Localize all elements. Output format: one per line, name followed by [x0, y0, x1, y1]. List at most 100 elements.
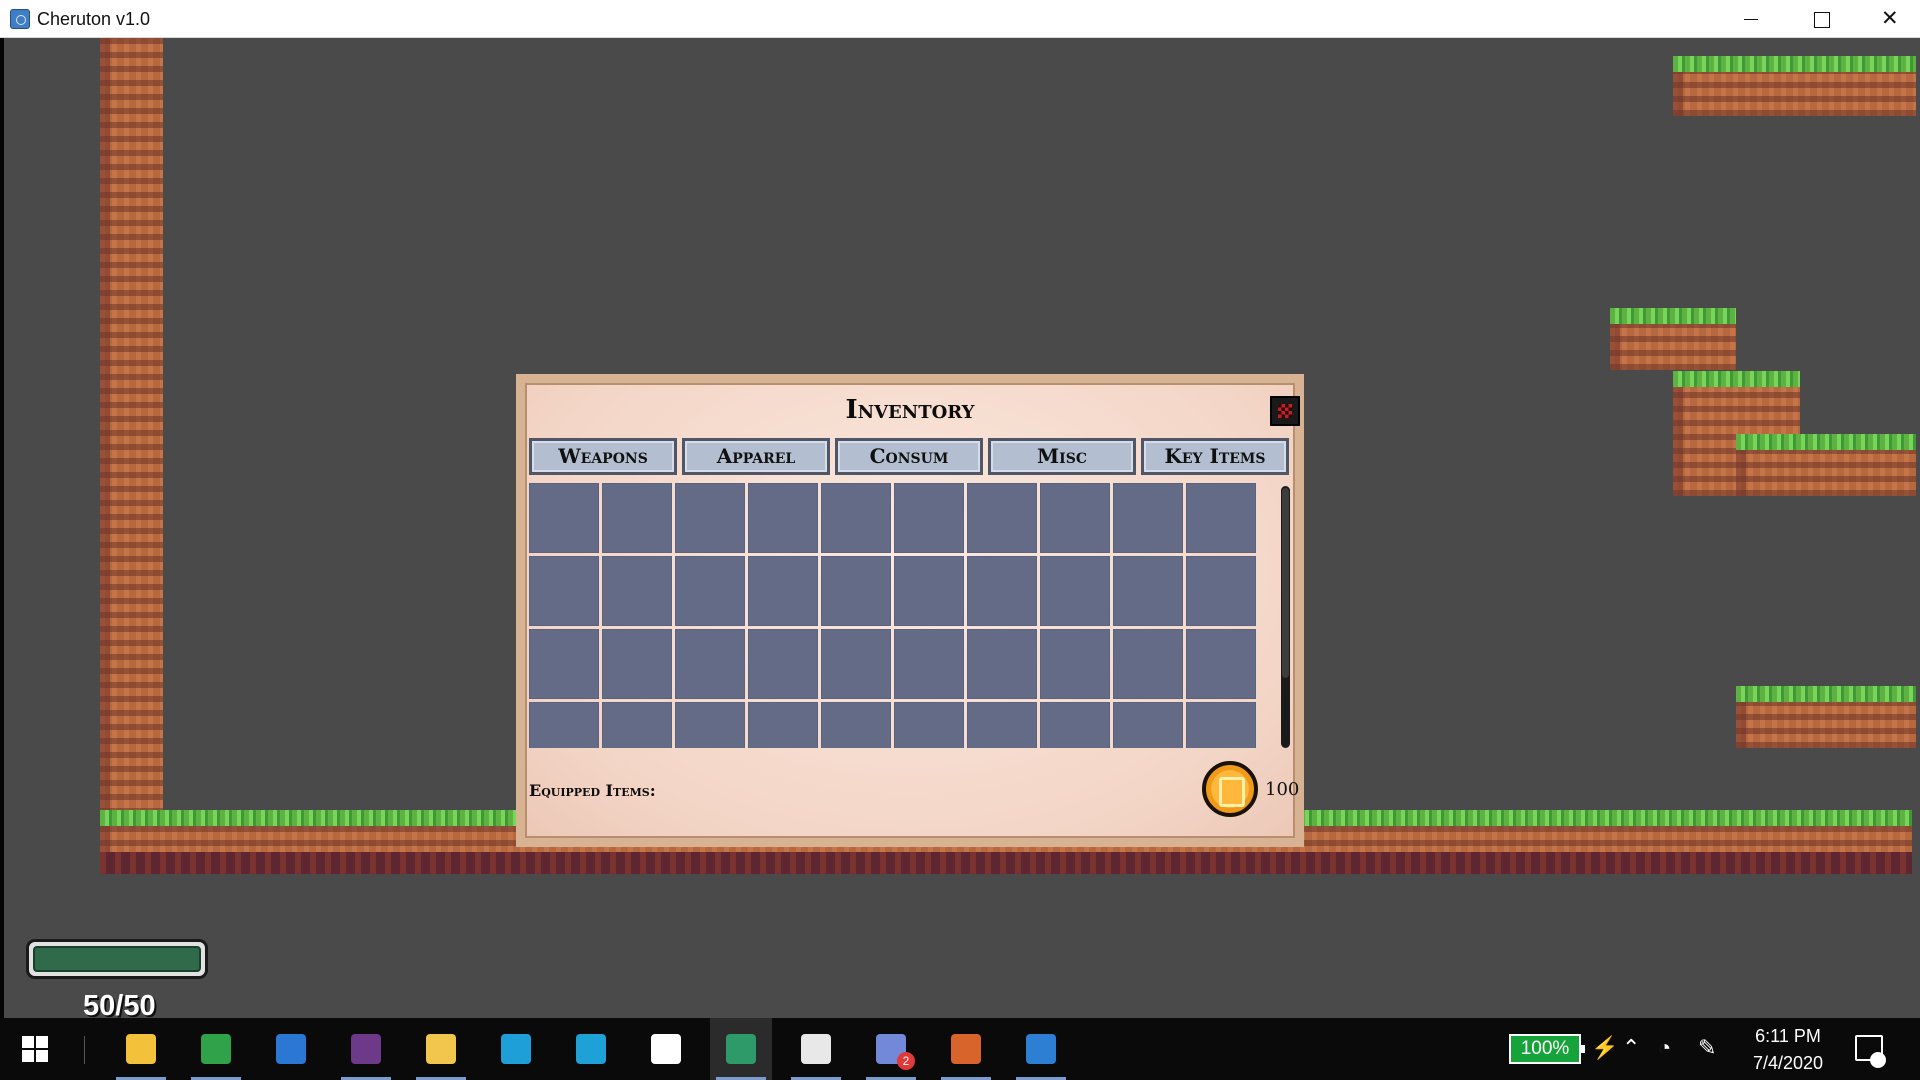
health-bar-fill — [33, 946, 201, 972]
equipped-items-label: Equipped Items: — [529, 781, 656, 800]
maximize-button[interactable] — [1785, 0, 1855, 38]
close-icon: ✕ — [1881, 7, 1899, 30]
game-viewport[interactable]: Inventory Weapons Apparel Consum Misc Ke… — [4, 38, 1920, 1018]
clock-date[interactable]: 7/4/2020 — [1742, 1053, 1834, 1074]
inventory-grid — [529, 483, 1261, 748]
inventory-slot[interactable] — [675, 556, 745, 626]
window-title: Cheruton v1.0 — [37, 9, 151, 29]
inventory-slot[interactable] — [748, 483, 818, 553]
windows-logo-icon — [22, 1036, 48, 1062]
ledge-step-3 — [1736, 434, 1916, 496]
inventory-scrollbar[interactable] — [1281, 486, 1290, 748]
tab-apparel[interactable]: Apparel — [682, 438, 830, 475]
inventory-slot[interactable] — [967, 483, 1037, 553]
media-player-icon — [951, 1034, 981, 1064]
inventory-slot[interactable] — [894, 702, 964, 748]
inventory-slot[interactable] — [602, 556, 672, 626]
inventory-slot[interactable] — [1040, 483, 1110, 553]
taskbar-button-settings[interactable] — [635, 1018, 697, 1080]
inventory-slot[interactable] — [1113, 556, 1183, 626]
inventory-slot[interactable] — [1186, 629, 1256, 699]
inventory-slot[interactable] — [675, 483, 745, 553]
settings-icon — [651, 1034, 681, 1064]
inventory-slot[interactable] — [1113, 629, 1183, 699]
scrollbar-thumb[interactable] — [1282, 488, 1289, 678]
inventory-slot[interactable] — [967, 702, 1037, 748]
taskbar: 2 100% ⚡ ⌃ ◔ ✎ 6:11 PM 7/4/2020 — [0, 1018, 1920, 1080]
inventory-slot[interactable] — [1113, 702, 1183, 748]
coin-count: 100 — [1265, 779, 1300, 800]
inventory-slot[interactable] — [1186, 556, 1256, 626]
battery-indicator[interactable]: 100% — [1509, 1034, 1585, 1064]
start-button[interactable] — [4, 1018, 66, 1080]
inventory-slot[interactable] — [821, 629, 891, 699]
ledge-top-right — [1673, 56, 1916, 116]
taskbar-button-game-launcher[interactable] — [335, 1018, 397, 1080]
grass-strip — [1673, 56, 1916, 72]
inventory-slot[interactable] — [602, 702, 672, 748]
taskbar-button-terminal[interactable] — [785, 1018, 847, 1080]
ledge-lower-right — [1736, 686, 1916, 748]
inventory-slot[interactable] — [894, 629, 964, 699]
inventory-slot[interactable] — [748, 556, 818, 626]
taskbar-separator — [84, 1036, 85, 1064]
inventory-slot[interactable] — [1040, 702, 1110, 748]
inventory-slot[interactable] — [1186, 483, 1256, 553]
inventory-slot[interactable] — [1186, 702, 1256, 748]
taskbar-button-game-window[interactable] — [710, 1018, 772, 1080]
inventory-close-button[interactable] — [1270, 396, 1300, 426]
inventory-slot[interactable] — [967, 556, 1037, 626]
inventory-slot[interactable] — [1113, 483, 1183, 553]
tab-weapons[interactable]: Weapons — [529, 438, 677, 475]
inventory-slot[interactable] — [748, 629, 818, 699]
inventory-slot[interactable] — [675, 629, 745, 699]
linux-icon — [126, 1034, 156, 1064]
inventory-slot[interactable] — [1040, 629, 1110, 699]
inventory-slot[interactable] — [602, 483, 672, 553]
tab-consum[interactable]: Consum — [835, 438, 983, 475]
inventory-slot[interactable] — [529, 556, 599, 626]
inventory-slot[interactable] — [675, 702, 745, 748]
chevron-up-icon[interactable]: ⌃ — [1622, 1034, 1640, 1062]
inventory-slot[interactable] — [602, 629, 672, 699]
inventory-title: Inventory — [845, 395, 975, 425]
slot-grid — [529, 483, 1261, 748]
pen-icon[interactable]: ✎ — [1698, 1034, 1716, 1062]
health-bar — [26, 939, 208, 979]
taskbar-button-media-player[interactable] — [935, 1018, 997, 1080]
grass-strip — [1673, 371, 1800, 387]
tab-key-items[interactable]: Key Items — [1141, 438, 1289, 475]
taskbar-button-chrome[interactable] — [185, 1018, 247, 1080]
minimize-button[interactable] — [1715, 0, 1785, 38]
inventory-slot[interactable] — [748, 702, 818, 748]
taskbar-button-mail[interactable] — [260, 1018, 322, 1080]
close-window-button[interactable]: ✕ — [1855, 0, 1920, 38]
taskbar-button-discord[interactable]: 2 — [860, 1018, 922, 1080]
inventory-slot[interactable] — [529, 702, 599, 748]
inventory-slot[interactable] — [894, 556, 964, 626]
inventory-slot[interactable] — [821, 702, 891, 748]
inventory-slot[interactable] — [821, 483, 891, 553]
app-icon — [10, 9, 30, 29]
taskbar-button-linux[interactable] — [110, 1018, 172, 1080]
inventory-slot[interactable] — [529, 629, 599, 699]
photos-icon — [1026, 1034, 1056, 1064]
window-titlebar: Cheruton v1.0 ✕ — [0, 0, 1920, 38]
inventory-slot[interactable] — [894, 483, 964, 553]
notification-badge — [1870, 1052, 1886, 1068]
game-window-icon — [726, 1034, 756, 1064]
mail-icon — [276, 1034, 306, 1064]
whatsapp-icon — [576, 1034, 606, 1064]
wifi-icon[interactable]: ◔ — [1658, 1034, 1671, 1062]
inventory-slot[interactable] — [1040, 556, 1110, 626]
inventory-slot[interactable] — [529, 483, 599, 553]
taskbar-button-whatsapp[interactable] — [560, 1018, 622, 1080]
inventory-slot[interactable] — [967, 629, 1037, 699]
taskbar-button-file-explorer[interactable] — [410, 1018, 472, 1080]
taskbar-button-photos[interactable] — [1010, 1018, 1072, 1080]
coin-icon — [1202, 761, 1258, 817]
taskbar-button-edge[interactable] — [485, 1018, 547, 1080]
tab-misc[interactable]: Misc — [988, 438, 1136, 475]
clock-time[interactable]: 6:11 PM — [1752, 1026, 1824, 1047]
inventory-slot[interactable] — [821, 556, 891, 626]
